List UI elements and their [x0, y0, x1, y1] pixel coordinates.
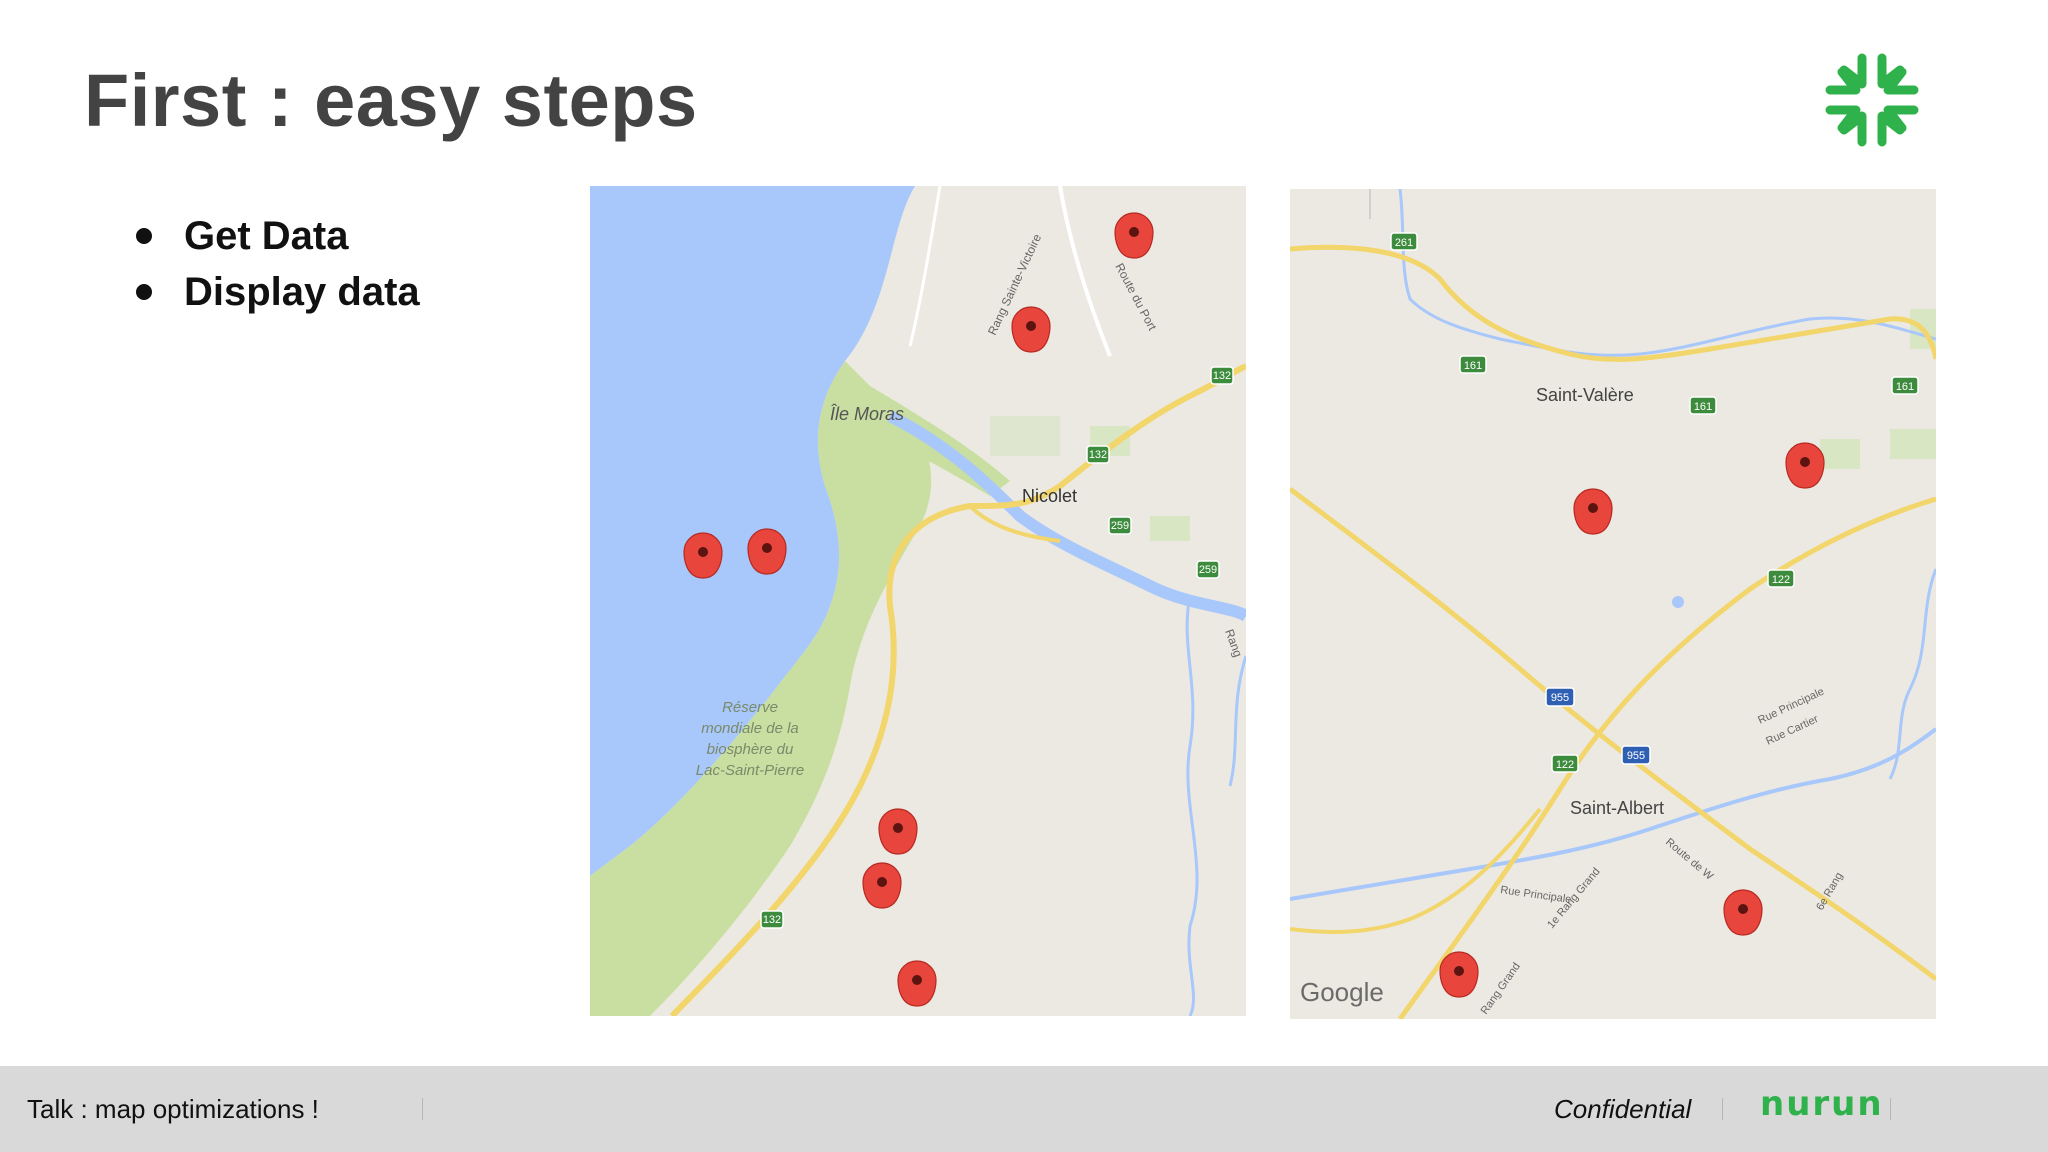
map-label-reserve: mondiale de la [701, 720, 799, 737]
map-label-reserve: Réserve [722, 699, 778, 716]
nurun-snowflake-logo-icon [1825, 53, 1919, 147]
map-label-town: Nicolet [1022, 486, 1077, 506]
bullet-item: Display data [136, 264, 420, 320]
footer-divider [1722, 1098, 1723, 1120]
map-marker-icon[interactable] [1439, 951, 1479, 998]
road-shield-label: 132 [763, 914, 781, 926]
road-shield-label: 161 [1464, 360, 1482, 372]
slide-title: First : easy steps [84, 59, 698, 142]
road-shield-label: 122 [1556, 759, 1574, 771]
road-shield-label: 132 [1213, 370, 1231, 382]
map-label-town: Saint-Albert [1570, 798, 1664, 818]
footer-divider [1890, 1098, 1891, 1120]
bullet-label: Get Data [184, 213, 349, 258]
map-label-reserve: Lac-Saint-Pierre [696, 762, 804, 779]
road-shield-label: 122 [1772, 574, 1790, 586]
map-marker-icon[interactable] [1114, 212, 1154, 259]
map-marker-icon[interactable] [683, 532, 723, 579]
bullet-dot-icon [136, 284, 152, 300]
map-marker-icon[interactable] [878, 808, 918, 855]
footer-bar: Talk : map optimizations ! Confidential … [0, 1066, 2048, 1152]
map-right[interactable]: 261 161 161 161 122 955 955 122 Saint-Va… [1290, 189, 1936, 1019]
bullet-list: Get Data Display data [136, 208, 420, 320]
map-label-reserve: biosphère du [707, 741, 794, 758]
road-shield-label: 955 [1627, 750, 1645, 762]
footer-talk-title: Talk : map optimizations ! [27, 1094, 319, 1124]
road-shield-label: 261 [1395, 237, 1413, 249]
map-marker-icon[interactable] [862, 862, 902, 909]
bullet-label: Display data [184, 269, 420, 314]
map-left[interactable]: 132 132 259 259 132 Île Moras Nicolet Ré… [590, 186, 1246, 1016]
road-shield-label: 132 [1089, 449, 1107, 461]
google-attribution: Google [1300, 977, 1384, 1007]
map-marker-icon[interactable] [747, 528, 787, 575]
bullet-dot-icon [136, 228, 152, 244]
road-shield-label: 955 [1551, 692, 1569, 704]
footer-brand-logo: nurun [1760, 1084, 1884, 1124]
road-shield-label: 259 [1111, 520, 1129, 532]
map-label-ile: Île Moras [830, 404, 904, 424]
map-marker-icon[interactable] [1011, 306, 1051, 353]
map-marker-icon[interactable] [1723, 889, 1763, 936]
footer-confidential: Confidential [1554, 1094, 1692, 1124]
map-marker-icon[interactable] [1573, 488, 1613, 535]
road-shield-label: 259 [1199, 564, 1217, 576]
road-shield-label: 161 [1694, 401, 1712, 413]
map-marker-icon[interactable] [1785, 442, 1825, 489]
bullet-item: Get Data [136, 208, 420, 264]
map-label-town: Saint-Valère [1536, 385, 1634, 405]
footer-divider [422, 1098, 423, 1120]
road-shield-label: 161 [1896, 381, 1914, 393]
map-marker-icon[interactable] [897, 960, 937, 1007]
